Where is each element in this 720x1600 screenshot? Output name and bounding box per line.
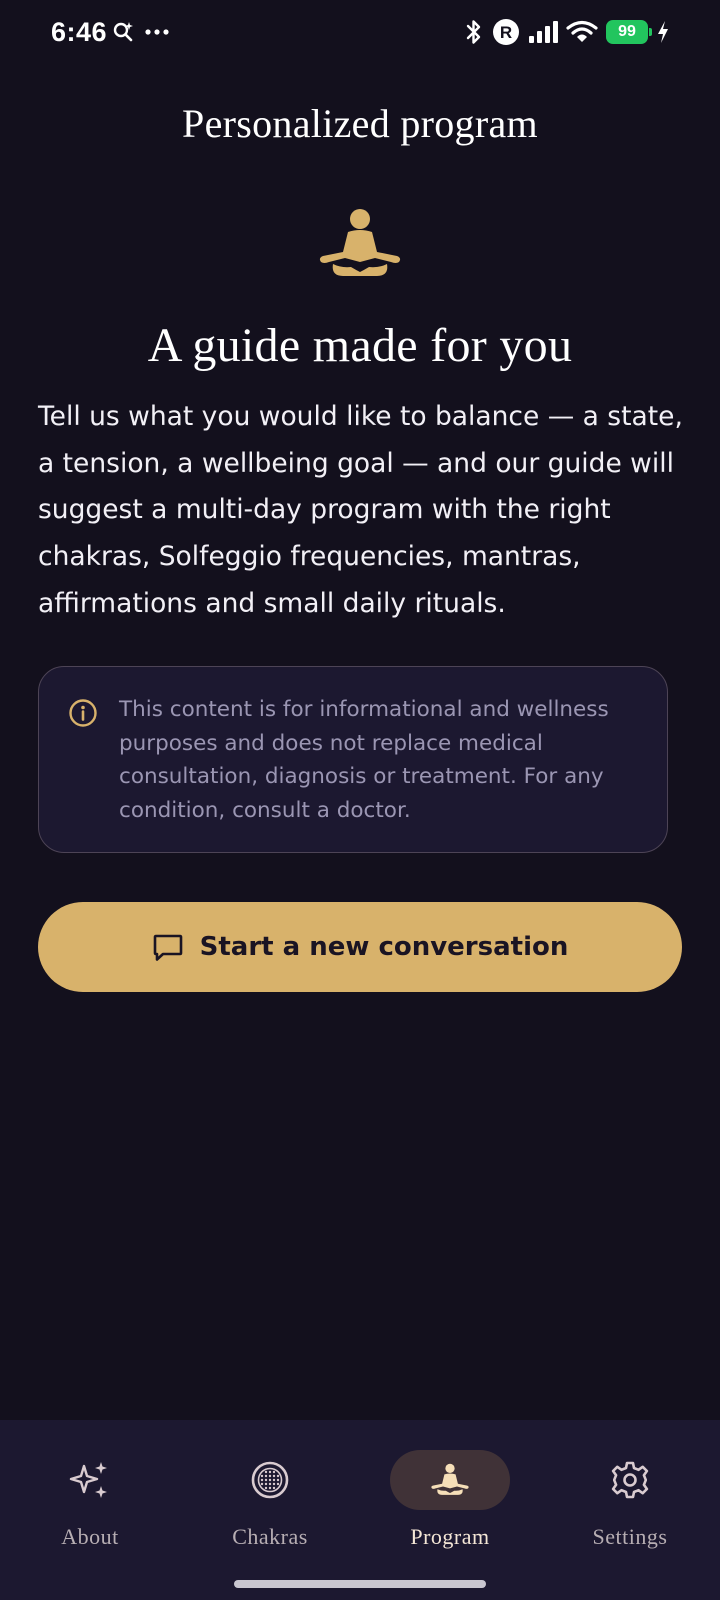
meditation-icon bbox=[431, 1463, 469, 1495]
nav-item-settings[interactable]: Settings bbox=[540, 1450, 720, 1550]
nav-label-about: About bbox=[61, 1524, 119, 1549]
status-left-icons bbox=[112, 20, 170, 44]
home-indicator[interactable] bbox=[234, 1580, 486, 1588]
nav-label-program: Program bbox=[410, 1524, 490, 1549]
status-time: 6:46 bbox=[51, 17, 108, 47]
nav-item-program[interactable]: Program bbox=[360, 1450, 540, 1550]
meditation-icon bbox=[319, 209, 401, 276]
battery-level: 99 bbox=[618, 23, 636, 40]
battery-indicator: 99 bbox=[606, 20, 652, 44]
hero-description: Tell us what you would like to balance —… bbox=[38, 401, 683, 619]
bluetooth-icon bbox=[466, 20, 481, 44]
status-bar: 6:46 R 99 bbox=[0, 0, 720, 70]
start-conversation-label: Start a new conversation bbox=[199, 932, 569, 962]
hero-title: A guide made for you bbox=[147, 319, 573, 372]
nav-icon-container bbox=[570, 1450, 690, 1510]
gear-icon bbox=[611, 1461, 649, 1499]
wifi-icon bbox=[566, 20, 598, 42]
more-dots-icon bbox=[145, 29, 169, 35]
nav-label-settings: Settings bbox=[592, 1524, 668, 1549]
charging-bolt-icon bbox=[658, 21, 668, 43]
status-right-icons: R 99 bbox=[464, 18, 670, 46]
sparkles-icon bbox=[69, 1462, 107, 1498]
chat-bubble-icon bbox=[153, 934, 182, 961]
nav-label-chakras: Chakras bbox=[232, 1524, 308, 1549]
disclaimer-text: This content is for informational and we… bbox=[119, 697, 609, 823]
page-title: Personalized program bbox=[182, 101, 538, 146]
registered-icon: R bbox=[493, 19, 519, 45]
svg-text:R: R bbox=[500, 23, 512, 42]
start-conversation-button[interactable]: Start a new conversation bbox=[38, 902, 682, 992]
search-sparkle-icon bbox=[113, 22, 133, 42]
cellular-signal-icon bbox=[529, 21, 558, 43]
nav-icon-container bbox=[210, 1450, 330, 1510]
disclaimer-card: This content is for informational and we… bbox=[38, 666, 668, 853]
bottom-navigation: About Chakras Program Settings bbox=[0, 1420, 720, 1600]
nav-item-about[interactable]: About bbox=[0, 1450, 180, 1550]
chakra-circle-icon bbox=[251, 1461, 289, 1499]
nav-icon-container bbox=[30, 1450, 150, 1510]
nav-icon-container bbox=[390, 1450, 510, 1510]
nav-item-chakras[interactable]: Chakras bbox=[180, 1450, 360, 1550]
info-icon bbox=[69, 699, 97, 727]
